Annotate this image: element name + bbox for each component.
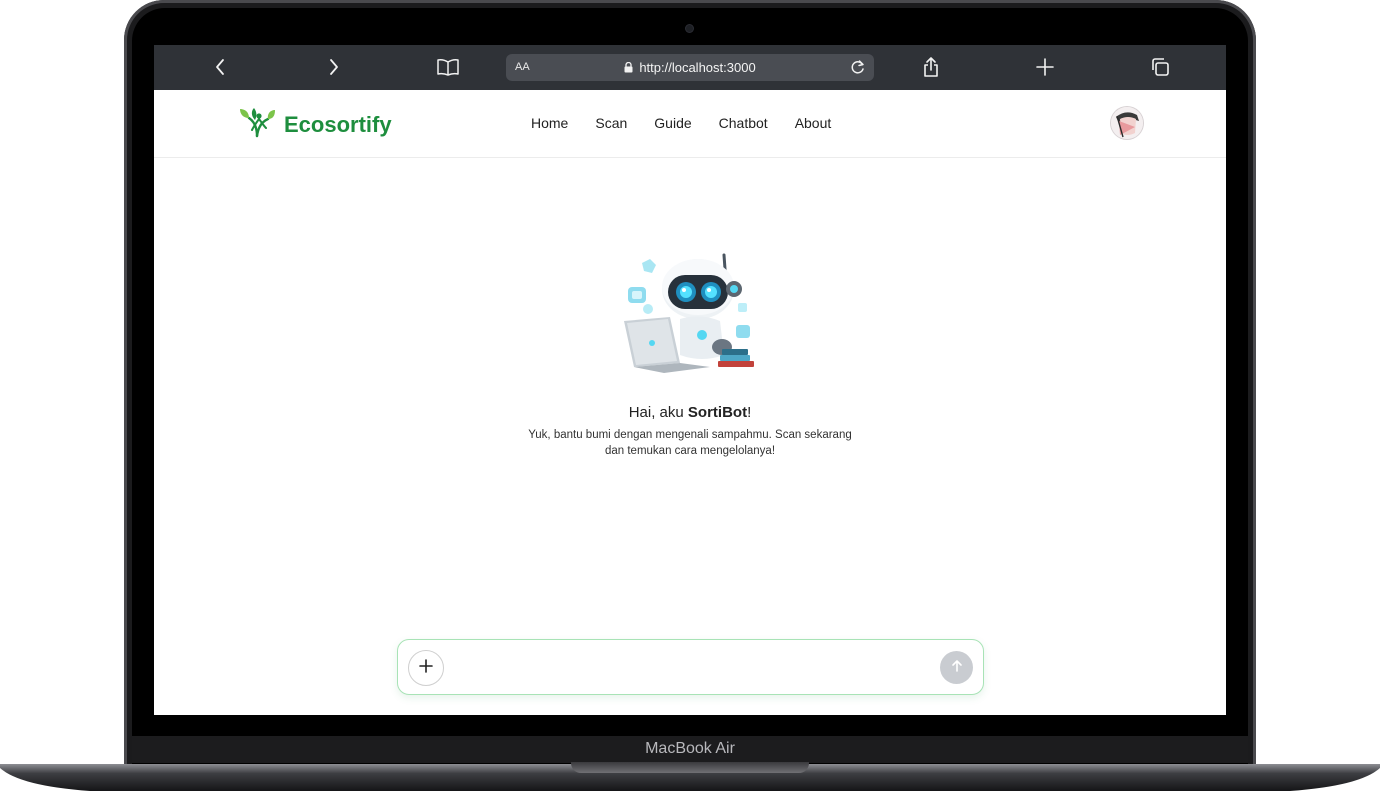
brand-name: Ecosortify <box>284 111 392 137</box>
back-icon[interactable] <box>205 53 235 81</box>
new-tab-icon[interactable] <box>1030 53 1060 81</box>
send-arrow-icon <box>950 659 964 676</box>
forward-icon[interactable] <box>319 53 349 81</box>
device-label: MacBook Air <box>645 740 735 757</box>
browser-window: AA http://localhost:3000 Ecosortify Home… <box>154 45 1226 715</box>
chat-input-bar <box>397 639 984 695</box>
nav-about[interactable]: About <box>795 115 832 131</box>
avatar[interactable] <box>1111 107 1143 139</box>
laptop-notch <box>571 762 809 773</box>
lock-icon <box>624 61 633 76</box>
address-bar[interactable]: AA http://localhost:3000 <box>506 54 874 81</box>
camera-icon <box>686 25 693 32</box>
nav-guide[interactable]: Guide <box>654 115 691 131</box>
url-text: http://localhost:3000 <box>639 60 756 75</box>
plus-icon <box>419 658 433 678</box>
greeting-prefix: Hai, aku <box>628 404 688 421</box>
nav-scan[interactable]: Scan <box>595 115 627 131</box>
app-header: Ecosortify Home Scan Guide Chatbot About <box>154 90 1226 158</box>
nav-chatbot[interactable]: Chatbot <box>719 115 768 131</box>
robot-illustration <box>614 251 764 386</box>
greeting-suffix: ! <box>747 404 752 421</box>
send-button[interactable] <box>940 651 973 684</box>
chat-message-input[interactable] <box>452 650 926 686</box>
bookmarks-icon[interactable] <box>433 53 463 81</box>
tabs-icon[interactable] <box>1145 53 1175 81</box>
leaf-icon <box>238 106 276 143</box>
bot-name: SortiBot <box>687 404 748 421</box>
browser-toolbar: AA http://localhost:3000 <box>154 45 1226 90</box>
share-icon[interactable] <box>916 53 946 81</box>
nav-home[interactable]: Home <box>531 115 568 131</box>
reload-icon[interactable] <box>850 59 866 80</box>
greeting: Hai, aku SortiBot! <box>154 404 1226 421</box>
attach-button[interactable] <box>408 650 444 686</box>
main-nav: Home Scan Guide Chatbot About <box>531 115 858 131</box>
brand-logo[interactable]: Ecosortify <box>238 106 392 143</box>
welcome-subtitle: Yuk, bantu bumi dengan mengenali sampahm… <box>528 429 852 457</box>
